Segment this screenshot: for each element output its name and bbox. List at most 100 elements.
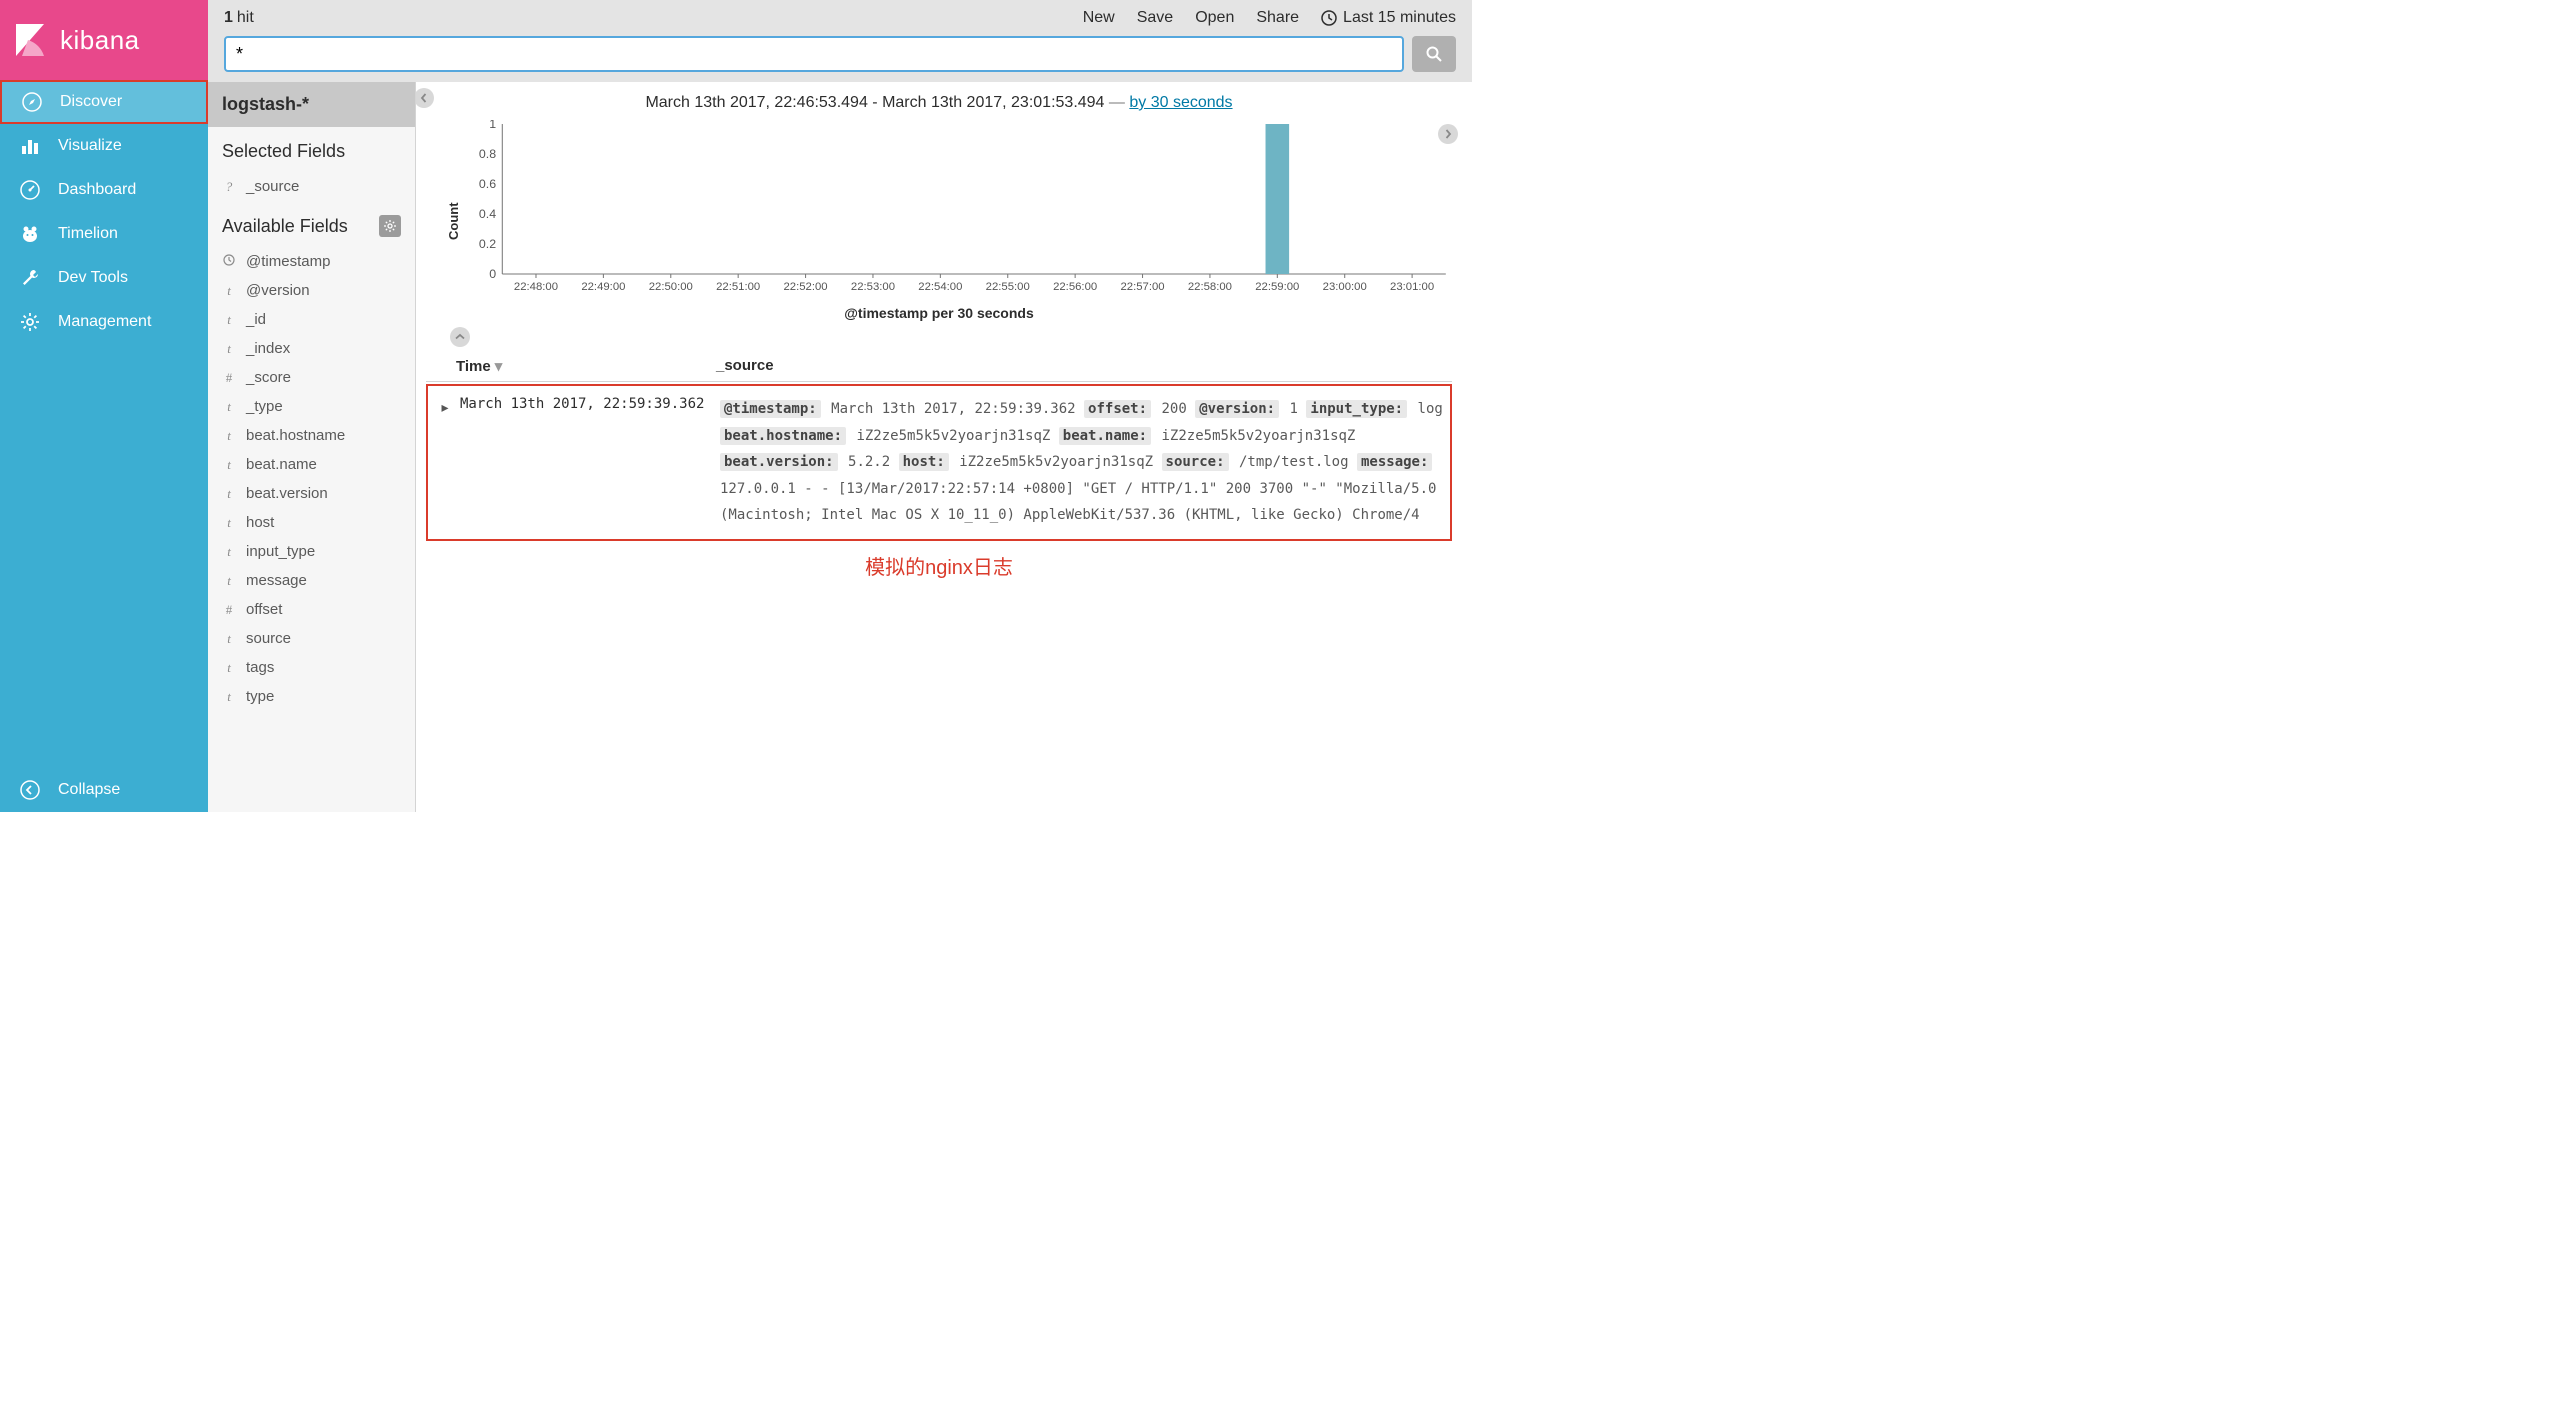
string-type-icon: t [222,486,236,502]
source-key: host: [899,453,949,471]
nav-item-label: Discover [60,93,122,111]
column-header-time[interactable]: Time ▾ [456,357,716,375]
svg-text:0.2: 0.2 [479,237,496,251]
topbar-open[interactable]: Open [1195,9,1234,27]
string-type-icon: t [222,341,236,357]
unknown-type-icon: ? [222,179,236,195]
search-input[interactable] [224,36,1404,72]
topbar: 1 hit New Save Open Share Last 15 minute… [208,0,1472,36]
number-type-icon: # [222,602,236,618]
string-type-icon: t [222,399,236,415]
field-item-host[interactable]: thost [208,508,415,537]
svg-text:0.6: 0.6 [479,177,496,191]
result-row-highlight: ▸March 13th 2017, 22:59:39.362@timestamp… [426,384,1452,541]
string-type-icon: t [222,689,236,705]
gear-icon [20,312,40,332]
topbar-time-picker[interactable]: Last 15 minutes [1321,9,1456,27]
x-axis-label: @timestamp per 30 seconds [426,303,1452,327]
field-name: _type [246,398,283,415]
source-key: offset: [1084,400,1151,418]
search-icon [1426,46,1442,62]
interval-link[interactable]: by 30 seconds [1129,94,1232,111]
clock-icon [222,254,236,270]
svg-text:23:00:00: 23:00:00 [1323,281,1367,293]
field-item-type[interactable]: ttype [208,682,415,711]
expand-row-toggle[interactable]: ▸ [430,396,460,529]
nav-item-management[interactable]: Management [0,300,208,344]
y-axis-label: Count [446,120,461,303]
field-name: _id [246,311,266,328]
available-fields-title: Available Fields [208,201,415,247]
source-key: @version: [1195,400,1279,418]
source-value: 5.2.2 [848,454,890,470]
field-item-message[interactable]: tmessage [208,566,415,595]
field-name: _source [246,178,299,195]
svg-text:22:50:00: 22:50:00 [649,281,693,293]
svg-text:23:01:00: 23:01:00 [1390,281,1434,293]
bear-icon [20,224,40,244]
field-item--source[interactable]: ? _source [208,172,415,201]
field-item--id[interactable]: t _id [208,305,415,334]
field-item-source[interactable]: tsource [208,624,415,653]
nav-item-label: Management [58,313,151,331]
field-name: @timestamp [246,253,330,270]
nav-item-label: Timelion [58,225,118,243]
field-name: beat.version [246,485,328,502]
source-key: beat.version: [720,453,838,471]
field-item-input-type[interactable]: t input_type [208,537,415,566]
search-button[interactable] [1412,36,1456,72]
field-name: beat.name [246,456,317,473]
field-name: input_type [246,543,315,560]
field-item-beat-hostname[interactable]: tbeat.hostname [208,421,415,450]
source-key: @timestamp: [720,400,821,418]
svg-text:22:51:00: 22:51:00 [716,281,760,293]
field-item-beat-version[interactable]: t beat.version [208,479,415,508]
wrench-icon [20,268,40,288]
column-header-source[interactable]: _source [716,357,1452,375]
source-key: source: [1162,453,1229,471]
nav-item-timelion[interactable]: Timelion [0,212,208,256]
nav-item-dashboard[interactable]: Dashboard [0,168,208,212]
row-time: March 13th 2017, 22:59:39.362 [460,396,720,529]
results-table: Time ▾ _source ▸March 13th 2017, 22:59:3… [426,351,1452,541]
nav-collapse-label: Collapse [58,781,120,799]
fields-panel: logstash-* Selected Fields ?_source Avai… [208,82,416,812]
nav-item-dev-tools[interactable]: Dev Tools [0,256,208,300]
field-settings-button[interactable] [379,215,401,237]
field-item--score[interactable]: #_score [208,363,415,392]
string-type-icon: t [222,283,236,299]
logo-header[interactable]: kibana [0,0,208,80]
searchbar [208,36,1472,82]
collapse-chart-right-button[interactable] [1438,124,1458,144]
string-type-icon: t [222,573,236,589]
collapse-chart-button[interactable] [450,327,470,347]
field-item-beat-name[interactable]: tbeat.name [208,450,415,479]
svg-text:22:59:00: 22:59:00 [1255,281,1299,293]
svg-text:22:52:00: 22:52:00 [784,281,828,293]
topbar-new[interactable]: New [1083,9,1115,27]
string-type-icon: t [222,544,236,560]
topbar-share[interactable]: Share [1256,9,1299,27]
field-item--type[interactable]: t _type [208,392,415,421]
field-item-tags[interactable]: ttags [208,653,415,682]
nav-item-visualize[interactable]: Visualize [0,124,208,168]
sidebar-nav: kibana Discover VisualizeDashboard Timelio… [0,0,208,812]
gear-icon [384,220,396,232]
svg-text:22:54:00: 22:54:00 [918,281,962,293]
field-item-offset[interactable]: #offset [208,595,415,624]
topbar-save[interactable]: Save [1137,9,1173,27]
source-value: iZ2ze5m5k5v2yoarjn31sqZ [856,428,1050,444]
source-key: beat.hostname: [720,427,846,445]
kibana-logo-icon [12,22,48,58]
field-item--index[interactable]: t_index [208,334,415,363]
hit-label: hit [237,9,254,27]
nav-item-discover[interactable]: Discover [0,80,208,124]
source-value: /tmp/test.log [1239,454,1349,470]
index-pattern-selector[interactable]: logstash-* [208,82,415,127]
field-item--version[interactable]: t@version [208,276,415,305]
source-key: input_type: [1306,400,1407,418]
string-type-icon: t [222,312,236,328]
source-key: beat.name: [1059,427,1151,445]
field-item--timestamp[interactable]: @timestamp [208,247,415,276]
nav-collapse[interactable]: Collapse [0,768,208,812]
